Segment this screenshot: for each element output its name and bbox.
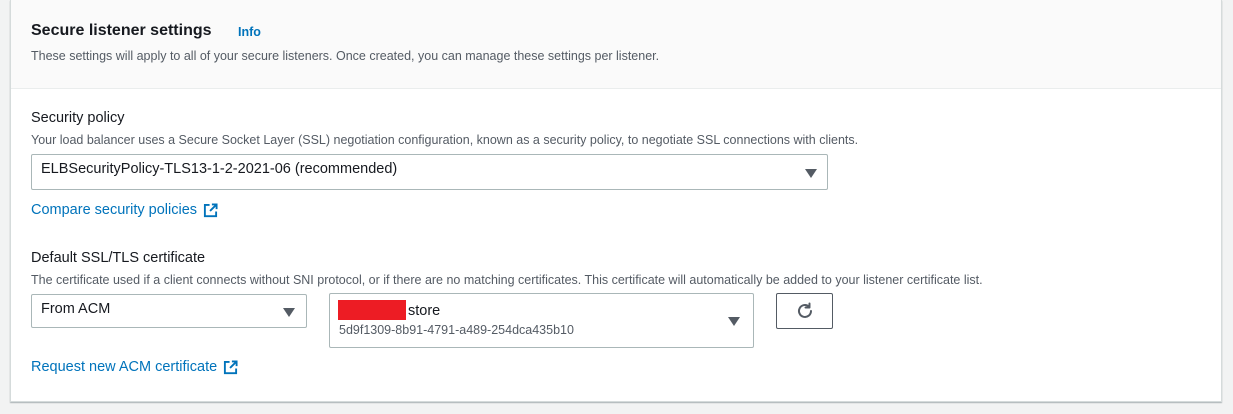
panel-header: Secure listener settings Info These sett… (11, 0, 1221, 89)
refresh-button[interactable] (776, 293, 833, 329)
panel-title: Secure listener settings (31, 22, 212, 39)
info-link[interactable]: Info (238, 25, 261, 39)
secure-listener-settings-panel: Secure listener settings Info These sett… (10, 0, 1222, 402)
compare-security-policies-label: Compare security policies (31, 202, 198, 218)
security-policy-select[interactable]: ELBSecurityPolicy-TLS13-1-2-2021-06 (rec… (31, 154, 828, 190)
caret-down-icon (283, 308, 295, 317)
certificate-source-value: From ACM (41, 301, 111, 317)
caret-down-icon (728, 317, 740, 326)
security-policy-label: Security policy (31, 110, 125, 126)
certificate-name: store (408, 303, 441, 319)
request-acm-certificate-link[interactable]: Request new ACM certificate (31, 359, 238, 375)
refresh-icon (797, 302, 812, 318)
certificate-label: Default SSL/TLS certificate (31, 250, 206, 266)
certificate-source-select[interactable]: From ACM (31, 294, 307, 328)
certificate-select[interactable]: store 5d9f1309-8b91-4791-a489-254dca435b… (329, 293, 754, 348)
request-acm-certificate-label: Request new ACM certificate (31, 359, 218, 375)
compare-security-policies-link[interactable]: Compare security policies (31, 202, 218, 218)
certificate-description: The certificate used if a client connect… (31, 273, 983, 287)
redacted-text (338, 300, 406, 320)
certificate-id: 5d9f1309-8b91-4791-a489-254dca435b10 (339, 323, 574, 337)
panel-description: These settings will apply to all of your… (31, 49, 660, 63)
external-link-icon (203, 202, 218, 217)
external-link-icon (224, 359, 238, 374)
security-policy-value: ELBSecurityPolicy-TLS13-1-2-2021-06 (rec… (41, 161, 398, 177)
security-policy-description: Your load balancer uses a Secure Socket … (31, 133, 859, 147)
caret-down-icon (805, 169, 817, 178)
